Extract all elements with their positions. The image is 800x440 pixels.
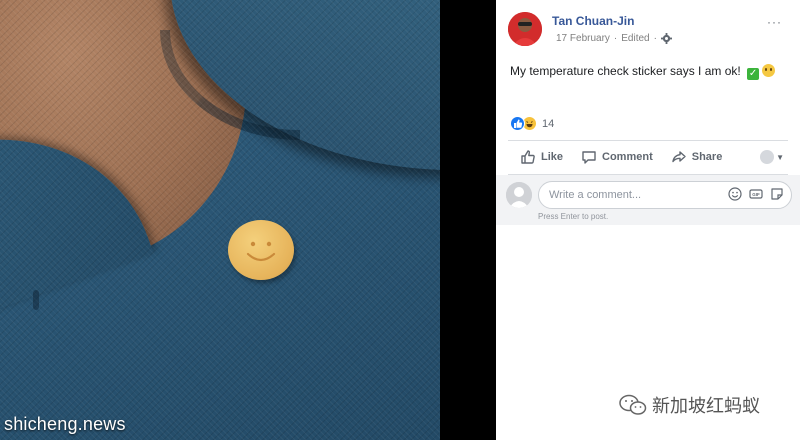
- comment-button[interactable]: Comment: [581, 149, 653, 165]
- viewer-avatar: [506, 182, 532, 208]
- post-date[interactable]: 17 February: [556, 33, 610, 44]
- mini-avatar-icon: [760, 150, 775, 164]
- divider-top: [508, 140, 788, 141]
- gif-icon[interactable]: GIF: [749, 187, 763, 201]
- smiley-sticker: [228, 220, 294, 280]
- gear-icon[interactable]: [660, 33, 672, 44]
- smiling-face-icon: [762, 64, 776, 77]
- like-reaction-icon: [510, 116, 525, 131]
- svg-text:GIF: GIF: [752, 192, 760, 197]
- share-arrow-icon: [672, 151, 686, 163]
- chevron-down-icon: ▼: [776, 152, 784, 162]
- thumbs-up-icon: [521, 150, 535, 164]
- author-name[interactable]: Tan Chuan-Jin: [552, 14, 634, 28]
- share-button[interactable]: Share: [671, 149, 723, 165]
- share-label: Share: [691, 151, 723, 163]
- post-text: My temperature check sticker says I am o…: [510, 64, 776, 80]
- post-photo[interactable]: shicheng.news: [0, 0, 440, 440]
- check-mark-icon: ✓: [747, 68, 760, 80]
- watermark-right: 新加坡红蚂蚁: [618, 392, 760, 418]
- comment-label: Comment: [602, 151, 653, 163]
- comment-composer: GIF Press Enter to post.: [496, 175, 800, 225]
- like-label: Like: [541, 151, 564, 163]
- like-button[interactable]: Like: [520, 149, 563, 165]
- watermark-left: shicheng.news: [4, 414, 126, 434]
- divider: [440, 0, 496, 440]
- fabric-texture: [0, 0, 440, 440]
- comment-tools: GIF: [728, 187, 784, 201]
- post-panel: Tan Chuan-Jin 17 February · Edited · ···…: [496, 0, 800, 440]
- sticker-icon[interactable]: [770, 187, 784, 201]
- audience-selector[interactable]: ▼: [760, 150, 784, 164]
- post-hint: Press Enter to post.: [538, 212, 609, 221]
- watermark-right-text: 新加坡红蚂蚁: [652, 396, 760, 416]
- comment-bubble-icon: [582, 151, 596, 164]
- edited-label[interactable]: Edited: [621, 33, 649, 44]
- author-avatar[interactable]: [508, 12, 542, 46]
- post-body: My temperature check sticker says I am o…: [510, 64, 741, 78]
- reaction-summary[interactable]: 14: [510, 116, 554, 131]
- meta-separator-2: ·: [653, 33, 657, 44]
- meta-separator: ·: [613, 33, 618, 44]
- reaction-count: 14: [542, 117, 555, 130]
- post-meta: 17 February · Edited ·: [556, 33, 672, 44]
- shirt-shadow: [33, 290, 39, 310]
- wechat-icon: [619, 394, 647, 415]
- more-options-button[interactable]: ···: [767, 15, 782, 29]
- emoji-icon[interactable]: [728, 187, 742, 201]
- action-bar: Like Comment Share ▼: [508, 142, 788, 172]
